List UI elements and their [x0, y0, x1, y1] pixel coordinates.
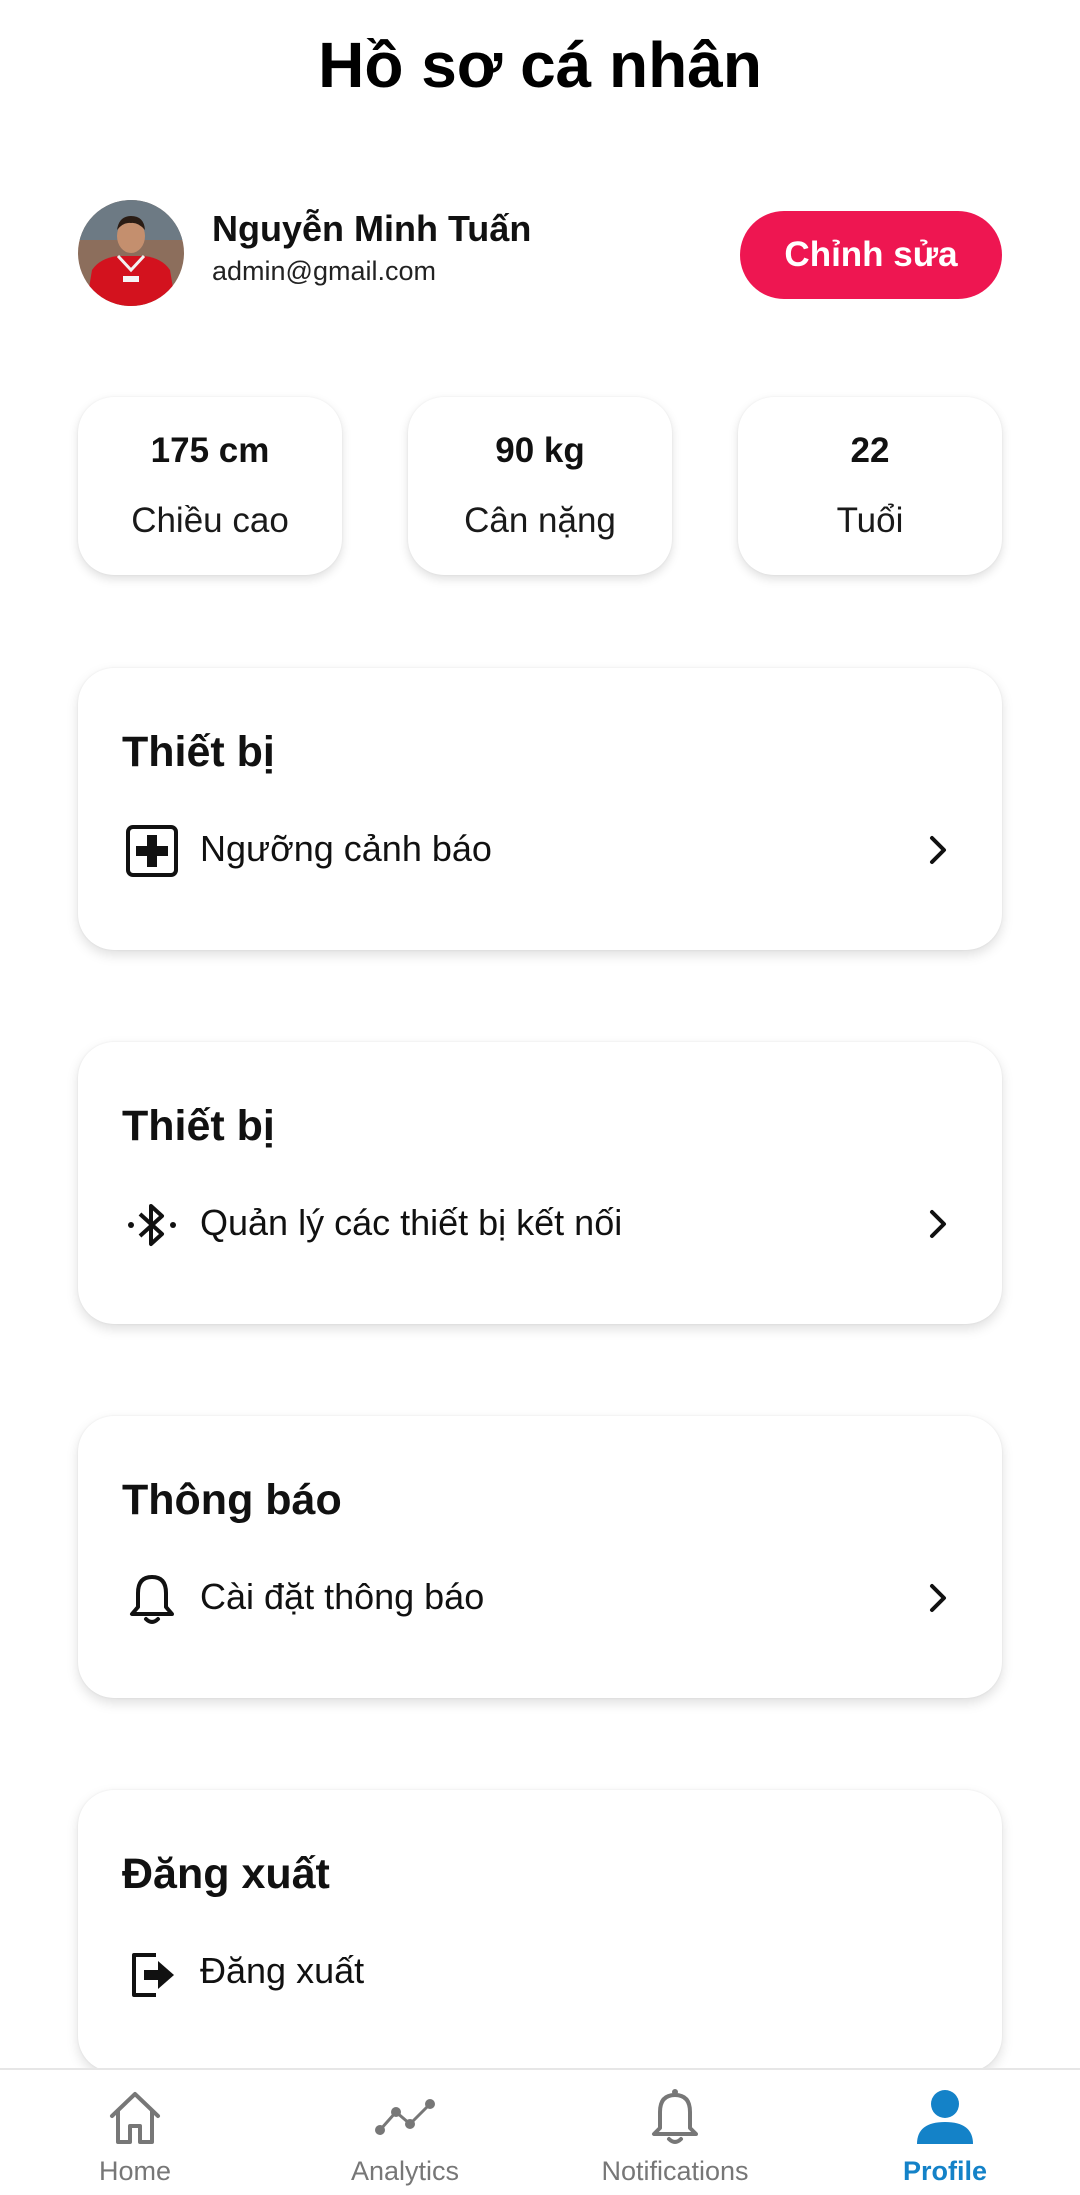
menu-item-notification-settings[interactable]: Cài đặt thông báo: [122, 1564, 958, 1634]
section-card-notifications: Thông báo Cài đặt thông báo: [78, 1416, 1002, 1698]
section-card-logout: Đăng xuất Đăng xuất: [78, 1790, 1002, 2072]
stat-card-age: 22 Tuổi: [738, 397, 1002, 575]
section-title: Thiết bị: [122, 1102, 275, 1150]
stat-label: Chiều cao: [131, 501, 289, 540]
chevron-right-icon: [930, 1210, 946, 1238]
bell-icon: [130, 1575, 174, 1624]
chevron-right-icon: [930, 836, 946, 864]
bell-icon: [652, 2089, 698, 2144]
edit-profile-button[interactable]: Chỉnh sửa: [740, 211, 1002, 299]
nav-label: Analytics: [350, 2156, 460, 2186]
bottom-nav: Home Analytics Notifications Profile: [0, 2068, 1080, 2195]
stats-row: 175 cm Chiều cao 90 kg Cân nặng 22 Tuổi: [78, 397, 1002, 577]
section-title: Thông báo: [122, 1476, 342, 1524]
avatar[interactable]: [78, 200, 184, 306]
menu-item-connected-devices[interactable]: Quản lý các thiết bị kết nối: [122, 1190, 958, 1260]
nav-label: Profile: [902, 2156, 988, 2186]
stat-value: 90 kg: [495, 431, 585, 470]
analytics-icon: [375, 2099, 435, 2135]
user-email: admin@gmail.com: [212, 256, 436, 286]
home-icon: [110, 2092, 160, 2144]
profile-header: Nguyễn Minh Tuấn admin@gmail.com Chỉnh s…: [78, 200, 1002, 308]
nav-item-analytics[interactable]: Analytics: [270, 2070, 540, 2195]
section-title: Thiết bị: [122, 728, 275, 776]
stat-value: 175 cm: [150, 431, 270, 470]
person-icon: [917, 2090, 973, 2144]
nav-item-profile[interactable]: Profile: [810, 2070, 1080, 2195]
stat-card-height: 175 cm Chiều cao: [78, 397, 342, 575]
chevron-right-icon: [930, 1584, 946, 1612]
stat-label: Cân nặng: [464, 501, 616, 540]
page-title: Hồ sơ cá nhân: [318, 29, 762, 101]
nav-item-notifications[interactable]: Notifications: [540, 2070, 810, 2195]
menu-item-warning-threshold[interactable]: Ngưỡng cảnh báo: [122, 816, 958, 886]
nav-item-home[interactable]: Home: [0, 2070, 270, 2195]
profile-screen: Hồ sơ cá nhân Nguyễn Minh Tuấn admin@gma…: [0, 0, 1080, 2195]
user-name: Nguyễn Minh Tuấn: [212, 208, 532, 249]
section-title: Đăng xuất: [122, 1850, 330, 1898]
section-card-device-threshold: Thiết bị Ngưỡng cảnh báo: [78, 668, 1002, 950]
menu-item-label: Ngưỡng cảnh báo: [200, 828, 492, 869]
stat-value: 22: [850, 431, 890, 470]
nav-label: Notifications: [601, 2156, 749, 2186]
stat-card-weight: 90 kg Cân nặng: [408, 397, 672, 575]
menu-item-logout[interactable]: Đăng xuất: [122, 1938, 958, 2008]
stat-label: Tuổi: [836, 501, 904, 540]
menu-item-label: Cài đặt thông báo: [200, 1576, 485, 1617]
menu-item-label: Quản lý các thiết bị kết nối: [200, 1202, 623, 1243]
section-card-devices: Thiết bị Quản lý các thiết bị kết nối: [78, 1042, 1002, 1324]
nav-label: Home: [98, 2156, 172, 2186]
bluetooth-icon: [128, 1204, 176, 1246]
logout-icon: [132, 1953, 174, 1997]
menu-item-label: Đăng xuất: [200, 1950, 365, 1991]
medical-plus-icon: [126, 825, 178, 877]
